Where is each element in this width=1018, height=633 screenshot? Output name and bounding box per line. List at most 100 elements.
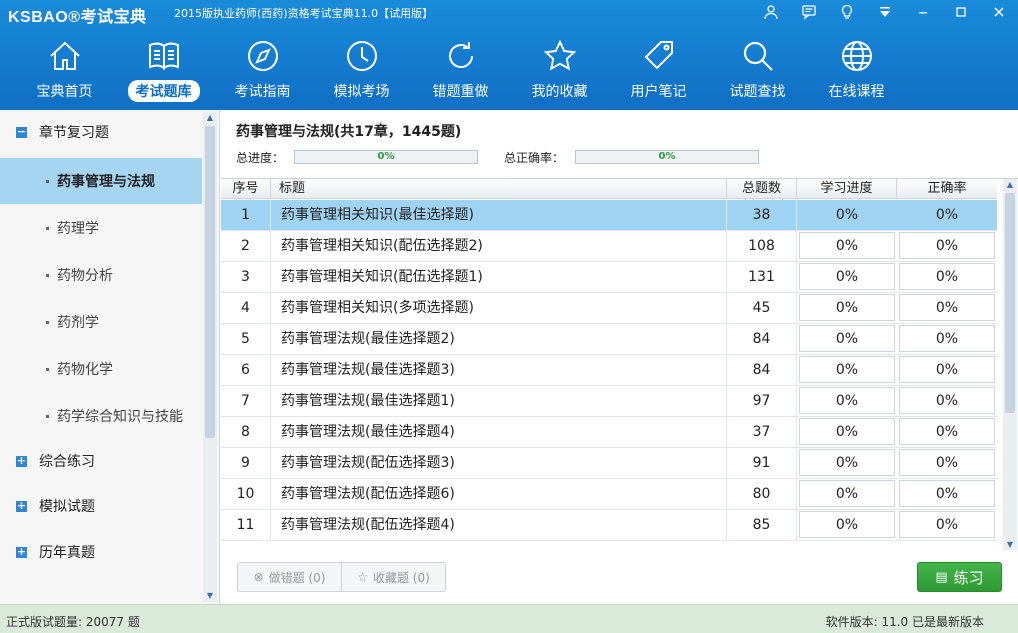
collapse-icon[interactable]: − bbox=[16, 126, 27, 138]
nav-user-notes[interactable]: 用户笔记 bbox=[609, 36, 708, 104]
cell-progress-cell: 0% bbox=[797, 417, 897, 447]
cell-no: 1 bbox=[221, 200, 271, 230]
table-row[interactable]: 9 药事管理法规(配伍选择题3) 91 0% 0% bbox=[221, 448, 997, 479]
message-icon[interactable] bbox=[790, 0, 828, 24]
table-row[interactable]: 5 药事管理法规(最佳选择题2) 84 0% 0% bbox=[221, 324, 997, 355]
bullet-icon bbox=[46, 226, 49, 230]
table-scrollbar[interactable]: ▲ ▼ bbox=[1003, 179, 1017, 550]
nav-label: 试题查找 bbox=[729, 84, 786, 100]
nav-home[interactable]: 宝典首页 bbox=[15, 36, 114, 104]
sidebar-group-mock[interactable]: + 模拟试题 bbox=[0, 484, 202, 528]
expand-icon[interactable]: + bbox=[16, 500, 27, 512]
scrollbar-thumb[interactable] bbox=[205, 126, 215, 438]
scroll-up-icon[interactable]: ▲ bbox=[203, 112, 217, 124]
cell-progress-cell: 0% bbox=[797, 262, 897, 292]
favorite-questions-label: 收藏题 (0) bbox=[372, 570, 430, 585]
nav-favorites[interactable]: 我的收藏 bbox=[510, 36, 609, 104]
nav-exam-guide[interactable]: 考试指南 bbox=[213, 36, 312, 104]
scroll-down-icon[interactable]: ▼ bbox=[1003, 539, 1017, 550]
cell-no: 7 bbox=[221, 386, 271, 416]
nav-label: 我的收藏 bbox=[531, 84, 588, 100]
cell-progress: 0% bbox=[799, 449, 895, 476]
total-accuracy-label: 总正确率： bbox=[504, 151, 565, 165]
cell-progress: 0% bbox=[799, 232, 895, 259]
bullet-icon bbox=[46, 179, 49, 183]
sidebar-group-past-exams[interactable]: + 历年真题 bbox=[0, 530, 202, 574]
cell-progress-cell: 0% bbox=[797, 293, 897, 323]
minimize-button[interactable] bbox=[904, 0, 942, 24]
sidebar-item-medicinal-chemistry[interactable]: 药物化学 bbox=[0, 346, 202, 392]
cell-accuracy: 0% bbox=[899, 511, 995, 538]
column-header-no[interactable]: 序号 bbox=[221, 179, 271, 199]
cell-progress-cell: 0% bbox=[797, 386, 897, 416]
close-button[interactable] bbox=[980, 0, 1018, 24]
sidebar-item-pharmacy-law[interactable]: 药事管理与法规 bbox=[0, 158, 202, 204]
sidebar-group-chapter[interactable]: − 章节复习题 bbox=[0, 110, 202, 154]
cell-progress: 0% bbox=[799, 387, 895, 414]
cell-total: 80 bbox=[727, 479, 797, 509]
scroll-up-icon[interactable]: ▲ bbox=[1003, 179, 1017, 191]
cell-total: 85 bbox=[727, 510, 797, 540]
sidebar-item-label: 药理学 bbox=[57, 221, 99, 237]
cell-total: 37 bbox=[727, 417, 797, 447]
cell-progress-cell: 0% bbox=[797, 448, 897, 478]
bulb-icon[interactable] bbox=[828, 0, 866, 24]
sidebar-item-comprehensive-skills[interactable]: 药学综合知识与技能 bbox=[0, 393, 202, 439]
table-row[interactable]: 6 药事管理法规(最佳选择题3) 84 0% 0% bbox=[221, 355, 997, 386]
cell-no: 4 bbox=[221, 293, 271, 323]
expand-icon[interactable]: + bbox=[16, 546, 27, 558]
favorite-questions-button[interactable]: ☆ 收藏题 (0) bbox=[341, 563, 445, 591]
expand-icon[interactable]: + bbox=[16, 455, 27, 467]
cell-title: 药事管理相关知识(多项选择题) bbox=[271, 293, 727, 323]
sidebar-item-label: 药物分析 bbox=[57, 268, 113, 284]
column-header-total[interactable]: 总题数 bbox=[727, 179, 797, 199]
column-header-progress[interactable]: 学习进度 bbox=[797, 179, 897, 199]
cell-accuracy: 0% bbox=[899, 232, 995, 259]
practice-button[interactable]: ▤ 练习 bbox=[917, 562, 1002, 592]
sidebar-item-pharmacology[interactable]: 药理学 bbox=[0, 205, 202, 251]
practice-label: 练习 bbox=[953, 568, 984, 587]
cancel-circle-icon: ⊗ bbox=[253, 570, 264, 584]
total-accuracy-bar: 0% bbox=[575, 150, 759, 164]
nav-wrong-redo[interactable]: 错题重做 bbox=[411, 36, 510, 104]
user-icon[interactable] bbox=[752, 0, 790, 24]
wrong-questions-button[interactable]: ⊗ 做错题 (0) bbox=[238, 563, 341, 591]
scroll-down-icon[interactable]: ▼ bbox=[203, 590, 217, 602]
nav-online-course[interactable]: 在线课程 bbox=[807, 36, 906, 104]
table-row[interactable]: 1 药事管理相关知识(最佳选择题) 38 0% 0% bbox=[221, 200, 997, 231]
table-row[interactable]: 4 药事管理相关知识(多项选择题) 45 0% 0% bbox=[221, 293, 997, 324]
table-row[interactable]: 8 药事管理法规(最佳选择题4) 37 0% 0% bbox=[221, 417, 997, 448]
window-title: 2015版执业药师(西药)资格考试宝典11.0【试用版】 bbox=[174, 7, 434, 20]
cell-accuracy-cell: 0% bbox=[897, 510, 997, 540]
cell-accuracy-cell: 0% bbox=[897, 262, 997, 292]
cell-total: 84 bbox=[727, 324, 797, 354]
table-row[interactable]: 2 药事管理相关知识(配伍选择题2) 108 0% 0% bbox=[221, 231, 997, 262]
table-row[interactable]: 7 药事管理法规(最佳选择题1) 97 0% 0% bbox=[221, 386, 997, 417]
table-row[interactable]: 3 药事管理相关知识(配伍选择题1) 131 0% 0% bbox=[221, 262, 997, 293]
cell-progress: 0% bbox=[799, 325, 895, 352]
column-header-accuracy[interactable]: 正确率 bbox=[897, 179, 997, 199]
column-header-title[interactable]: 标题 bbox=[271, 179, 727, 199]
sidebar-group-label: 模拟试题 bbox=[39, 499, 95, 515]
nav-question-bank[interactable]: 考试题库 bbox=[114, 36, 213, 104]
cell-title: 药事管理法规(最佳选择题1) bbox=[271, 386, 727, 416]
globe-icon bbox=[839, 38, 875, 74]
sidebar-group-practice[interactable]: + 综合练习 bbox=[0, 439, 202, 483]
sidebar-scrollbar[interactable]: ▲ ▼ bbox=[203, 112, 217, 602]
table-row[interactable]: 10 药事管理法规(配伍选择题6) 80 0% 0% bbox=[221, 479, 997, 510]
cell-progress: 0% bbox=[835, 207, 859, 223]
menu-dropdown-icon[interactable] bbox=[866, 0, 904, 24]
cell-progress: 0% bbox=[799, 294, 895, 321]
maximize-button[interactable] bbox=[942, 0, 980, 24]
nav-mock-exam[interactable]: 模拟考场 bbox=[312, 36, 411, 104]
cell-accuracy: 0% bbox=[899, 294, 995, 321]
sidebar-item-drug-analysis[interactable]: 药物分析 bbox=[0, 252, 202, 298]
tag-icon bbox=[641, 38, 677, 74]
sidebar-item-pharmaceutics[interactable]: 药剂学 bbox=[0, 299, 202, 345]
scrollbar-thumb[interactable] bbox=[1005, 193, 1015, 413]
nav-label: 在线课程 bbox=[828, 84, 885, 100]
nav-label: 宝典首页 bbox=[36, 84, 93, 100]
table-row[interactable]: 11 药事管理法规(配伍选择题4) 85 0% 0% bbox=[221, 510, 997, 541]
table-header: 序号 标题 总题数 学习进度 正确率 bbox=[221, 179, 997, 199]
nav-question-search[interactable]: 试题查找 bbox=[708, 36, 807, 104]
